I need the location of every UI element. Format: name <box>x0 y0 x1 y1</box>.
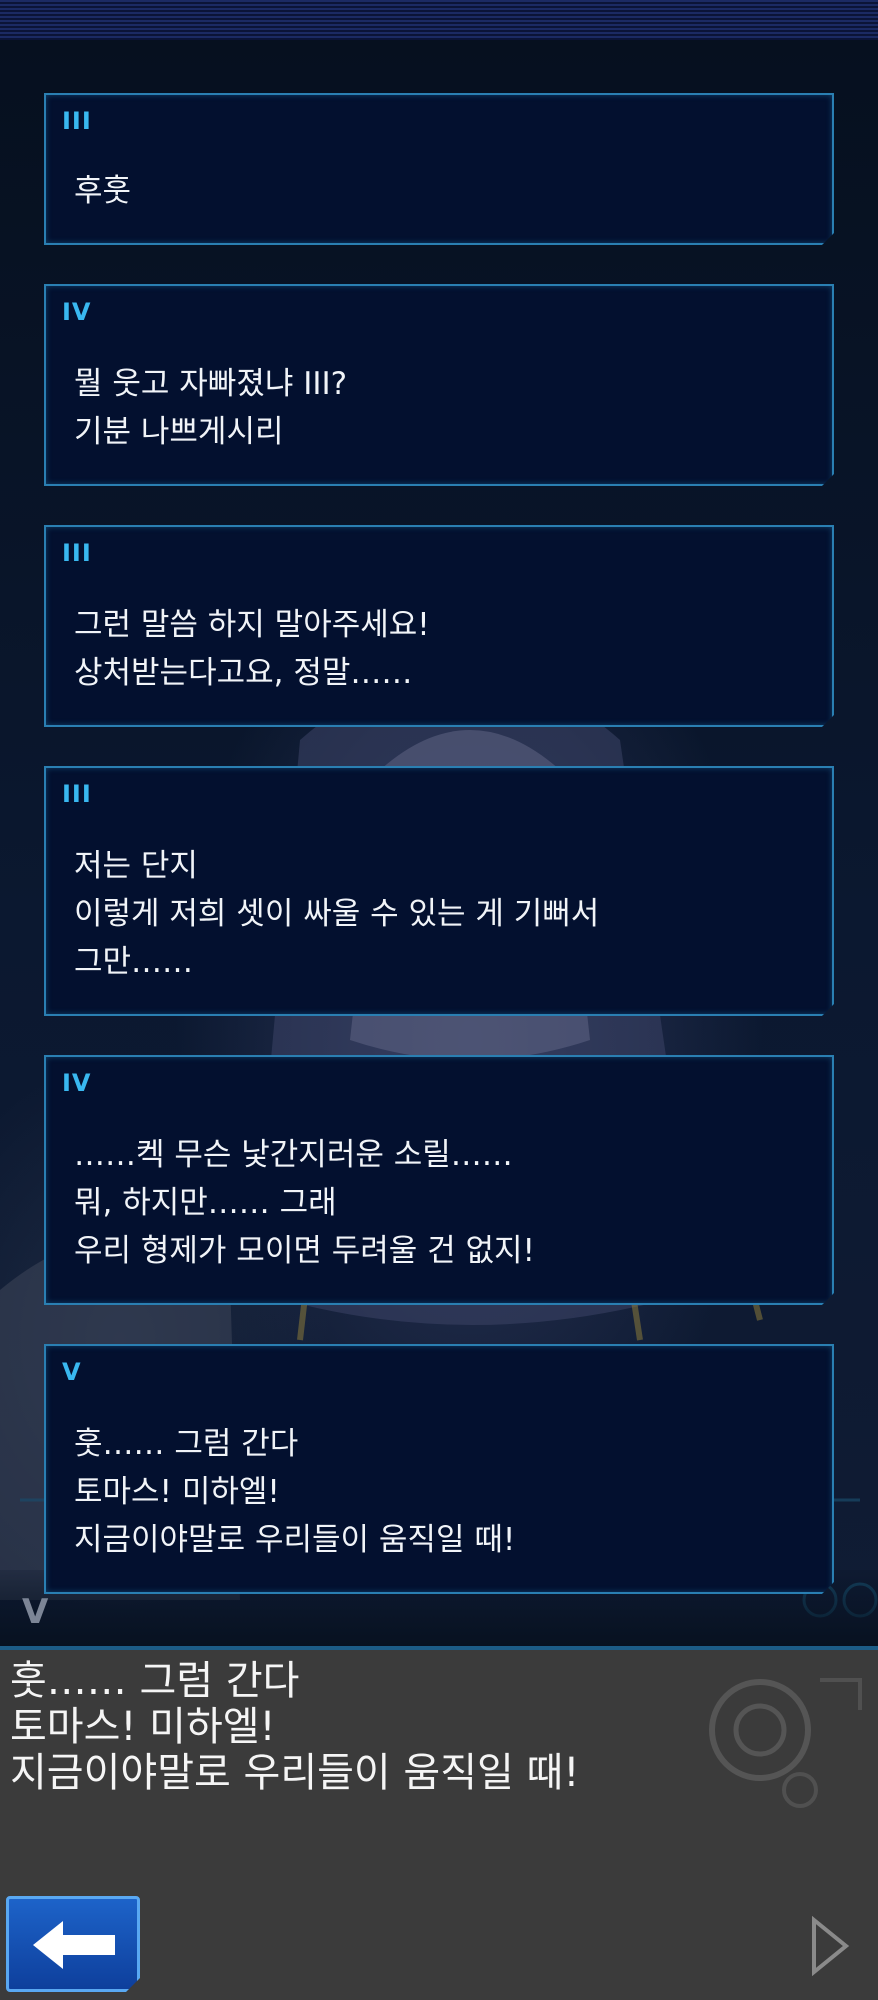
log-entry: III 그런 말씀 하지 말아주세요! 상처받는다고요, 정말…… <box>44 525 834 727</box>
log-line: 뭘 웃고 자빠졌냐 III? <box>74 366 348 402</box>
log-line: 이렇게 저희 셋이 싸울 수 있는 게 기뻐서 <box>74 896 600 932</box>
log-entry: IV 뭘 웃고 자빠졌냐 III? 기분 나쁘게시리 <box>44 284 834 486</box>
log-speaker: III <box>62 780 92 808</box>
log-line: 그런 말씀 하지 말아주세요! <box>74 607 430 643</box>
log-line: 우리 형제가 모이면 두려울 건 없지! <box>74 1233 535 1269</box>
log-line: 토마스! 미하엘! <box>74 1474 280 1510</box>
log-line: 저는 단지 <box>74 848 198 884</box>
triangle-right-icon <box>812 1916 850 1976</box>
log-line: 훗…… 그럼 간다 <box>74 1426 299 1462</box>
log-line: 기분 나쁘게시리 <box>74 414 284 450</box>
log-entry: III 후훗 <box>44 93 834 245</box>
log-line: 상처받는다고요, 정말…… <box>74 655 413 691</box>
arrow-left-icon <box>31 1919 117 1971</box>
back-button[interactable] <box>6 1896 140 1992</box>
dialogue-line: 훗…… 그럼 간다 <box>10 1658 300 1704</box>
log-line: 뭐, 하지만…… 그래 <box>74 1185 337 1221</box>
next-button[interactable] <box>810 1916 850 1976</box>
log-line: 지금이야말로 우리들이 움직일 때! <box>74 1522 516 1558</box>
current-dialogue: 훗…… 그럼 간다 토마스! 미하엘! 지금이야말로 우리들이 움직일 때! <box>10 1658 579 1796</box>
log-line: 후훗 <box>74 173 132 209</box>
dialogue-line: 지금이야말로 우리들이 움직일 때! <box>10 1750 580 1796</box>
log-entry: V 훗…… 그럼 간다 토마스! 미하엘! 지금이야말로 우리들이 움직일 때! <box>44 1344 834 1594</box>
log-line: ……켁 무슨 낯간지러운 소릴…… <box>74 1137 513 1173</box>
dialogue-line: 토마스! 미하엘! <box>10 1704 276 1750</box>
log-speaker: IV <box>62 298 92 326</box>
log-entry: IV ……켁 무슨 낯간지러운 소릴…… 뭐, 하지만…… 그래 우리 형제가 … <box>44 1055 834 1305</box>
log-speaker: III <box>62 107 92 135</box>
log-speaker: V <box>62 1358 82 1386</box>
log-line: 그만…… <box>74 944 194 980</box>
log-speaker: III <box>62 539 92 567</box>
log-speaker: IV <box>62 1069 92 1097</box>
current-speaker-label: V <box>22 1592 49 1632</box>
decor-circles-icon <box>709 1678 862 1808</box>
log-entry: III 저는 단지 이렇게 저희 셋이 싸울 수 있는 게 기뻐서 그만…… <box>44 766 834 1016</box>
top-bar <box>0 0 878 40</box>
